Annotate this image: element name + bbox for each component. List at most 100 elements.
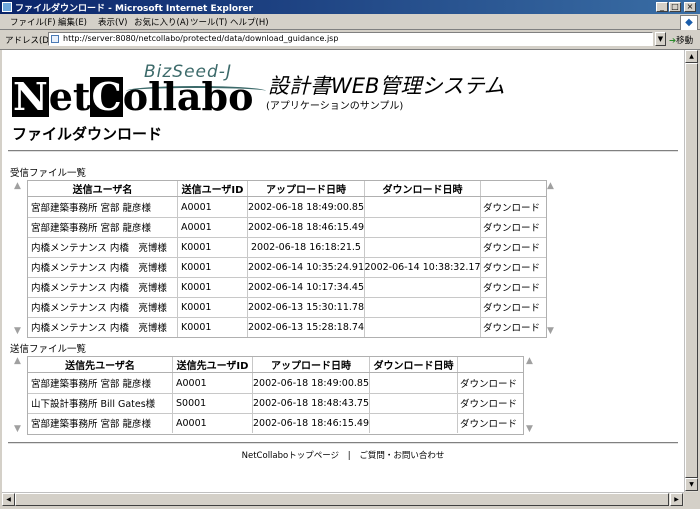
recipient-name: 山下設計事務所 Bill Gates様: [28, 393, 173, 413]
download-link[interactable]: ダウンロード: [481, 257, 546, 277]
column-header: 送信ユーザID: [178, 181, 248, 196]
logo-letter-c: C: [90, 74, 123, 119]
download-date: [365, 317, 481, 337]
download-link[interactable]: ダウンロード: [481, 277, 546, 297]
download-link[interactable]: ダウンロード: [481, 317, 546, 337]
sender-id: K0001: [178, 317, 248, 337]
menu-help[interactable]: ヘルプ(H): [230, 16, 269, 28]
scroll-down-arrow-icon[interactable]: ▼: [14, 326, 21, 336]
table-row: 内橋メンテナンス 内橋 亮博様 K0001 2002-06-18 16:18:2…: [28, 237, 546, 258]
table-row: 宮部建築事務所 宮部 龍彦様 A0001 2002-06-18 18:46:15…: [28, 413, 523, 433]
table-row: 山下設計事務所 Bill Gates様 S0001 2002-06-18 18:…: [28, 393, 523, 414]
system-subtitle: (アプリケーションのサンプル): [266, 101, 404, 112]
scroll-up-button[interactable]: ▲: [685, 50, 698, 63]
upload-date: 2002-06-14 10:17:34.45: [248, 277, 365, 297]
scroll-down-arrow-icon[interactable]: ▼: [14, 424, 21, 434]
address-dropdown-button[interactable]: ▼: [655, 32, 666, 46]
top-page-link[interactable]: NetCollaboトップページ: [242, 451, 339, 461]
vertical-scrollbar[interactable]: ▲ ▼: [684, 50, 698, 492]
go-label: 移動: [676, 36, 694, 46]
go-button[interactable]: ➔移動: [669, 34, 693, 46]
upload-date: 2002-06-18 18:49:00.85: [253, 373, 370, 393]
sender-name: 内橋メンテナンス 内橋 亮博様: [28, 297, 178, 317]
recipient-id: A0001: [173, 413, 253, 433]
sender-id: A0001: [178, 197, 248, 217]
menu-view[interactable]: 表示(V): [98, 16, 127, 28]
page-content: BizSeed-J NetCollabo 設計書WEB管理システム (アプリケー…: [2, 50, 684, 492]
table-header: 送信ユーザ名 送信ユーザID アップロード日時 ダウンロード日時: [28, 181, 546, 197]
upload-date: 2002-06-18 18:49:00.85: [248, 197, 365, 217]
address-url: http://server:8080/netcollabo/protected/…: [63, 34, 339, 43]
upload-date: 2002-06-18 16:18:21.5: [248, 237, 365, 257]
download-link[interactable]: ダウンロード: [458, 393, 523, 413]
sender-id: K0001: [178, 277, 248, 297]
download-date: [365, 197, 481, 217]
table-header: 送信先ユーザ名 送信先ユーザID アップロード日時 ダウンロード日時: [28, 357, 523, 373]
download-link[interactable]: ダウンロード: [481, 237, 546, 257]
scroll-down-arrow-icon[interactable]: ▼: [547, 326, 554, 336]
table-row: 内橋メンテナンス 内橋 亮博様 K0001 2002-06-14 10:17:3…: [28, 277, 546, 298]
maximize-button[interactable]: □: [669, 2, 681, 12]
column-header: 送信ユーザ名: [28, 181, 178, 196]
download-date: [365, 277, 481, 297]
upload-date: 2002-06-18 18:48:43.75: [253, 393, 370, 413]
ie-icon: [2, 2, 12, 12]
download-link[interactable]: ダウンロード: [481, 297, 546, 317]
menu-file[interactable]: ファイル(F): [10, 16, 56, 28]
sender-id: K0001: [178, 237, 248, 257]
column-header: アップロード日時: [248, 181, 365, 196]
sender-id: K0001: [178, 297, 248, 317]
sender-id: K0001: [178, 257, 248, 277]
scroll-down-button[interactable]: ▼: [685, 478, 698, 491]
sender-name: 内橋メンテナンス 内橋 亮博様: [28, 277, 178, 297]
address-input[interactable]: http://server:8080/netcollabo/protected/…: [48, 32, 653, 46]
column-header: [458, 357, 523, 372]
recipient-id: A0001: [173, 373, 253, 393]
download-link[interactable]: ダウンロード: [481, 217, 546, 237]
page-icon: [51, 35, 59, 43]
download-link[interactable]: ダウンロード: [481, 197, 546, 217]
scroll-down-arrow-icon[interactable]: ▼: [526, 424, 533, 434]
scroll-right-button[interactable]: ▶: [670, 493, 683, 506]
divider: [8, 442, 678, 444]
received-section-label: 受信ファイル一覧: [10, 168, 87, 179]
download-link[interactable]: ダウンロード: [458, 373, 523, 393]
sender-id: A0001: [178, 217, 248, 237]
scroll-left-button[interactable]: ◀: [2, 493, 15, 506]
address-label: アドレス(D): [5, 36, 53, 46]
scroll-up-arrow-icon[interactable]: ▲: [547, 181, 554, 191]
sender-name: 宮部建築事務所 宮部 龍彦様: [28, 217, 178, 237]
logo-letter-n: N: [12, 74, 49, 119]
window-titlebar[interactable]: ファイルダウンロード - Microsoft Internet Explorer…: [0, 0, 700, 14]
download-date: [365, 297, 481, 317]
recipient-name: 宮部建築事務所 宮部 龍彦様: [28, 373, 173, 393]
horizontal-scroll-thumb[interactable]: [15, 493, 669, 506]
download-date: 2002-06-14 10:38:32.17: [365, 257, 481, 277]
close-button[interactable]: ×: [684, 2, 696, 12]
address-bar: アドレス(D) http://server:8080/netcollabo/pr…: [0, 30, 700, 50]
contact-link[interactable]: ご質問・お問い合わせ: [359, 451, 444, 461]
menu-tools[interactable]: ツール(T): [190, 16, 227, 28]
netcollabo-logo: NetCollabo: [12, 76, 253, 118]
download-link[interactable]: ダウンロード: [458, 413, 523, 433]
logo-text-et: et: [48, 74, 91, 119]
minimize-button[interactable]: _: [656, 2, 668, 12]
upload-date: 2002-06-13 15:30:11.78: [248, 297, 365, 317]
horizontal-scrollbar[interactable]: ◀ ▶: [2, 492, 684, 506]
windows-logo-icon: ◆: [680, 15, 698, 31]
menu-edit[interactable]: 編集(E): [58, 16, 87, 28]
vertical-scroll-thumb[interactable]: [685, 63, 698, 478]
download-date: [365, 217, 481, 237]
menu-bar: ファイル(F) 編集(E) 表示(V) お気に入り(A) ツール(T) ヘルプ(…: [0, 14, 700, 30]
table-row: 内橋メンテナンス 内橋 亮博様 K0001 2002-06-14 10:35:2…: [28, 257, 546, 278]
upload-date: 2002-06-18 18:46:15.49: [253, 413, 370, 433]
scroll-up-arrow-icon[interactable]: ▲: [14, 356, 21, 366]
recipient-name: 宮部建築事務所 宮部 龍彦様: [28, 413, 173, 433]
download-date: [370, 413, 458, 433]
table-row: 宮部建築事務所 宮部 龍彦様 A0001 2002-06-18 18:49:00…: [28, 197, 546, 218]
menu-favorites[interactable]: お気に入り(A): [134, 16, 189, 28]
upload-date: 2002-06-13 15:28:18.74: [248, 317, 365, 337]
scroll-up-arrow-icon[interactable]: ▲: [14, 181, 21, 191]
sent-section-label: 送信ファイル一覧: [10, 344, 87, 355]
scroll-up-arrow-icon[interactable]: ▲: [526, 356, 533, 366]
